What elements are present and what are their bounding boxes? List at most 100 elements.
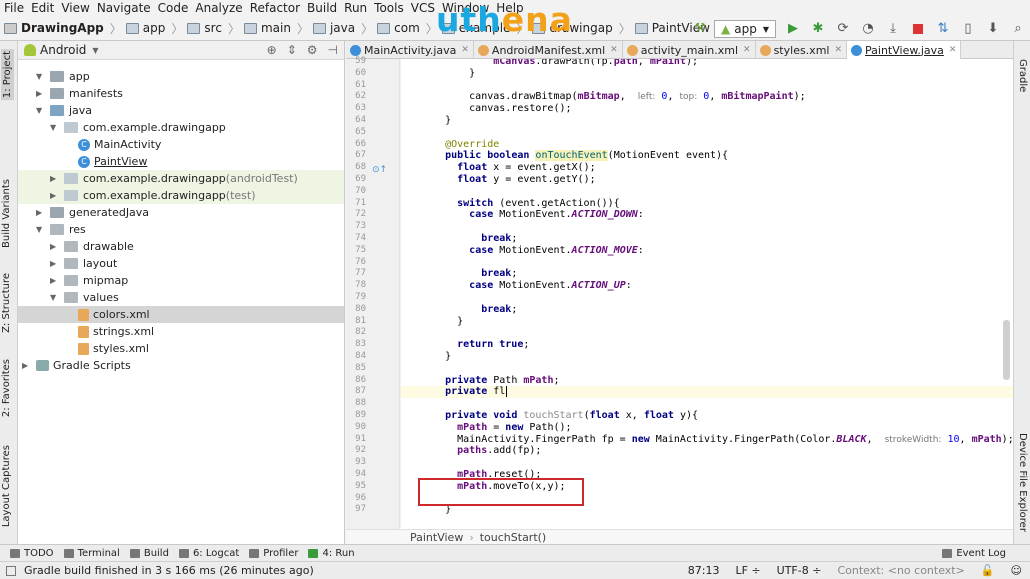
run-icon[interactable]: ▶: [785, 21, 801, 37]
tree-item[interactable]: ▼ values: [18, 289, 344, 306]
chevron-down-icon[interactable]: ▼: [36, 106, 46, 115]
breadcrumb-item[interactable]: main 〉: [243, 20, 309, 37]
code-line[interactable]: }: [421, 351, 451, 363]
chevron-down-icon[interactable]: ▼: [36, 225, 46, 234]
chevron-right-icon[interactable]: ▶: [36, 89, 46, 98]
cursor-position[interactable]: 87:13: [688, 564, 720, 577]
lock-icon[interactable]: 🔓: [981, 564, 995, 577]
close-icon[interactable]: ✕: [461, 45, 469, 55]
gear-icon[interactable]: ⚙: [307, 43, 318, 57]
chevron-down-icon[interactable]: ▼: [50, 293, 60, 302]
close-icon[interactable]: ✕: [834, 45, 842, 55]
tab-gradle[interactable]: Gradle: [1017, 59, 1028, 92]
tree-item[interactable]: ▶ com.example.drawingapp (test): [18, 187, 344, 204]
tree-item[interactable]: ▼ java: [18, 102, 344, 119]
tab-run[interactable]: 4: Run: [308, 548, 355, 559]
sdk-manager-icon[interactable]: ⬇: [985, 21, 1001, 37]
profile-icon[interactable]: ◔: [860, 21, 876, 37]
tab-device-file-explorer[interactable]: Device File Explorer: [1017, 433, 1028, 532]
avd-manager-icon[interactable]: ▯: [960, 21, 976, 37]
tree-item[interactable]: styles.xml: [18, 340, 344, 357]
menu-item-view[interactable]: View: [61, 1, 89, 15]
breadcrumb-method[interactable]: touchStart(): [480, 531, 547, 544]
breadcrumb-class[interactable]: PaintView: [410, 531, 463, 544]
scroll-from-source-icon[interactable]: ⊕: [267, 43, 277, 57]
breadcrumb-item[interactable]: app 〉: [125, 20, 183, 37]
tab-todo[interactable]: TODO: [10, 548, 54, 559]
collapse-all-icon[interactable]: ⇕: [287, 43, 297, 57]
breadcrumb-item[interactable]: src 〉: [187, 20, 240, 37]
line-separator[interactable]: LF ÷: [735, 564, 760, 577]
hammer-icon[interactable]: ⚒: [692, 21, 708, 37]
tree-item[interactable]: C MainActivity: [18, 136, 344, 153]
tab-build[interactable]: Build: [129, 548, 169, 559]
chevron-right-icon[interactable]: ▶: [50, 259, 60, 268]
code-line[interactable]: paths.add(fp);: [421, 445, 541, 457]
editor-scrollbar[interactable]: [1003, 320, 1010, 380]
project-view-select[interactable]: Android: [40, 43, 86, 57]
run-config-select[interactable]: ▲ app ▼: [714, 20, 776, 38]
code-line[interactable]: switch (event.getAction()){: [421, 198, 620, 210]
chevron-right-icon[interactable]: ▶: [50, 191, 60, 200]
code-line[interactable]: mPath = new Path();: [421, 422, 571, 434]
menu-item-edit[interactable]: Edit: [31, 1, 54, 15]
code-line[interactable]: }: [421, 115, 451, 127]
close-icon[interactable]: ✕: [610, 45, 618, 55]
menu-item-build[interactable]: Build: [307, 1, 337, 15]
chevron-right-icon[interactable]: ▶: [22, 361, 32, 370]
tree-item[interactable]: ▶ com.example.drawingapp (androidTest): [18, 170, 344, 187]
inspector-icon[interactable]: ☺: [1011, 564, 1022, 577]
tab-event-log[interactable]: Event Log: [942, 548, 1006, 559]
code-line[interactable]: private void touchStart(float x, float y…: [421, 410, 698, 422]
tab-build-variants[interactable]: Build Variants: [1, 179, 12, 248]
apply-changes-icon[interactable]: ⟳: [835, 21, 851, 37]
editor-tab[interactable]: AndroidManifest.xml ✕: [474, 41, 623, 59]
menu-item-refactor[interactable]: Refactor: [250, 1, 300, 15]
tree-item[interactable]: ▶ layout: [18, 255, 344, 272]
code-line[interactable]: float y = event.getY();: [421, 174, 595, 186]
menu-item-file[interactable]: File: [4, 1, 24, 15]
attach-debugger-icon[interactable]: ⤓: [885, 21, 901, 37]
menu-item-navigate[interactable]: Navigate: [97, 1, 151, 15]
code-line[interactable]: }: [421, 504, 451, 516]
code-line[interactable]: case MotionEvent.ACTION_MOVE:: [421, 245, 644, 257]
close-icon[interactable]: ✕: [949, 45, 957, 55]
override-marker-icon[interactable]: ⊙↑: [372, 165, 387, 175]
chevron-right-icon[interactable]: ▶: [36, 208, 46, 217]
close-icon[interactable]: ✕: [743, 45, 751, 55]
context-indicator[interactable]: Context: <no context>: [837, 564, 964, 577]
code-line[interactable]: return true;: [421, 339, 529, 351]
chevron-right-icon[interactable]: ▶: [50, 174, 60, 183]
code-line[interactable]: private Path mPath;: [421, 375, 559, 387]
tree-item[interactable]: ▼ res: [18, 221, 344, 238]
editor-tab[interactable]: activity_main.xml ✕: [623, 41, 756, 59]
tree-item[interactable]: ▶ Gradle Scripts: [18, 357, 344, 374]
menu-item-tools[interactable]: Tools: [374, 1, 404, 15]
editor-tab[interactable]: PaintView.java ✕: [847, 41, 962, 59]
breadcrumb-item[interactable]: java 〉: [312, 20, 373, 37]
status-message[interactable]: Gradle build finished in 3 s 166 ms (26 …: [24, 564, 314, 577]
tree-item[interactable]: ▼ app: [18, 68, 344, 85]
tab-favorites[interactable]: 2: Favorites: [1, 359, 12, 417]
tree-item[interactable]: ▶ mipmap: [18, 272, 344, 289]
tree-item[interactable]: ▶ drawable: [18, 238, 344, 255]
chevron-right-icon[interactable]: ▶: [50, 276, 60, 285]
tab-profiler[interactable]: Profiler: [249, 548, 298, 559]
menu-item-vcs[interactable]: VCS: [411, 1, 435, 15]
menu-item-analyze[interactable]: Analyze: [195, 1, 242, 15]
code-line[interactable]: float x = event.getX();: [421, 162, 595, 174]
code-editor[interactable]: mCanvas.drawPath(fp.path, mPaint); } can…: [401, 59, 1013, 529]
tree-item[interactable]: ▶ manifests: [18, 85, 344, 102]
code-line[interactable]: mCanvas.drawPath(fp.path, mPaint);: [421, 59, 698, 68]
code-line[interactable]: @Override: [421, 139, 499, 151]
status-panel-icon[interactable]: [6, 565, 16, 576]
sync-gradle-icon[interactable]: ⇅: [935, 21, 951, 37]
chevron-down-icon[interactable]: ▼: [50, 123, 60, 132]
code-line[interactable]: break;: [421, 268, 517, 280]
hide-panel-icon[interactable]: ⊣: [328, 43, 338, 57]
menu-item-run[interactable]: Run: [344, 1, 367, 15]
chevron-right-icon[interactable]: ▶: [50, 242, 60, 251]
code-line[interactable]: private fl: [421, 386, 508, 398]
tree-item[interactable]: colors.xml: [18, 306, 344, 323]
code-line[interactable]: case MotionEvent.ACTION_DOWN:: [421, 209, 644, 221]
